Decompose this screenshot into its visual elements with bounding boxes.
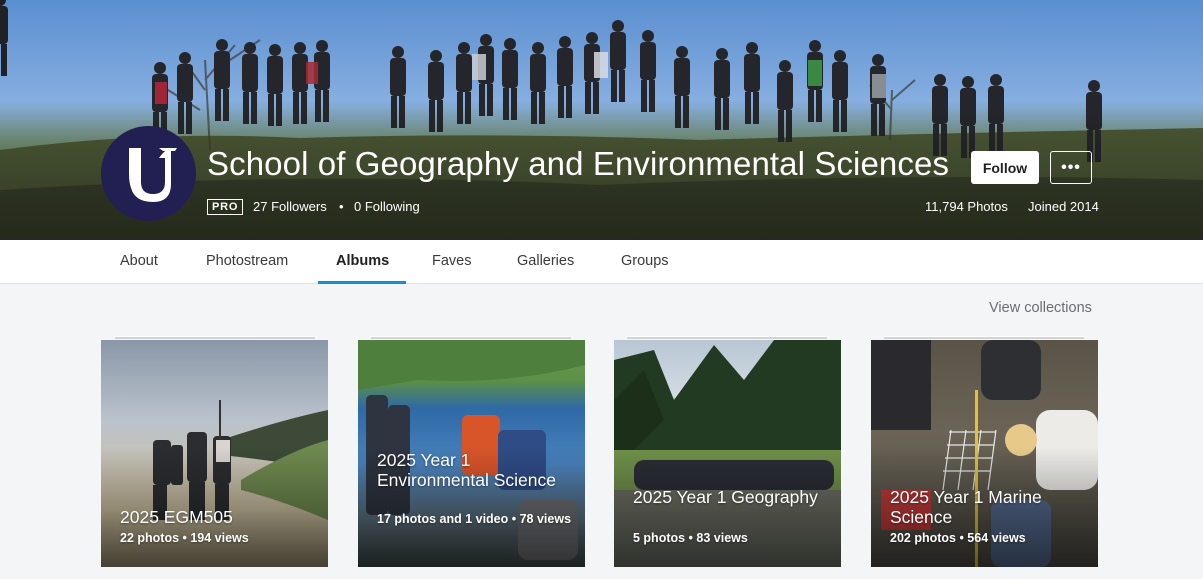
album-stats: 202 photos • 564 views [890,531,1026,545]
album-stats: 5 photos • 83 views [633,531,748,545]
photos-count: 11,794 Photos [925,199,1008,214]
tab-albums[interactable]: Albums [336,253,389,269]
album-shade [614,447,841,567]
album-stack-edge [371,336,571,339]
album-card[interactable]: 2025 Year 1 Marine Science 202 photos • … [871,340,1098,567]
view-collections-link[interactable]: View collections [989,300,1092,316]
album-card[interactable]: 2025 Year 1 Geography 5 photos • 83 view… [614,340,841,567]
album-title: 2025 Year 1 Marine Science [890,487,1042,527]
album-card[interactable]: 2025 Year 1 Environmental Science 17 pho… [358,340,585,567]
album-title: 2025 EGM505 [120,507,233,527]
separator-dot: • [339,199,344,214]
tab-faves[interactable]: Faves [432,253,472,269]
album-stack-edge [627,336,827,339]
joined-date: Joined 2014 [1028,199,1099,214]
album-stack-edge [115,336,315,339]
active-tab-indicator [318,281,406,284]
followers-link[interactable]: 27 Followers [253,199,327,214]
tab-groups[interactable]: Groups [621,253,669,269]
album-stats: 17 photos and 1 video • 78 views [377,512,572,526]
album-title: 2025 Year 1 Environmental Science [377,450,556,490]
more-options-button[interactable]: ••• [1050,151,1092,184]
tab-galleries[interactable]: Galleries [517,253,574,269]
tab-photostream[interactable]: Photostream [206,253,288,269]
album-card[interactable]: 2025 EGM505 22 photos • 194 views [101,340,328,567]
following-link[interactable]: 0 Following [354,199,420,214]
follow-button[interactable]: Follow [971,151,1039,184]
album-title: 2025 Year 1 Geography [633,487,818,507]
profile-tabs: About Photostream Albums Faves Galleries… [0,240,1203,284]
university-logo-icon [128,147,177,202]
page-title: School of Geography and Environmental Sc… [207,145,950,182]
album-stats: 22 photos • 194 views [120,531,249,545]
profile-avatar[interactable] [101,126,196,221]
album-stack-edge [884,336,1084,339]
pro-badge: PRO [207,199,244,215]
tab-about[interactable]: About [120,253,158,269]
